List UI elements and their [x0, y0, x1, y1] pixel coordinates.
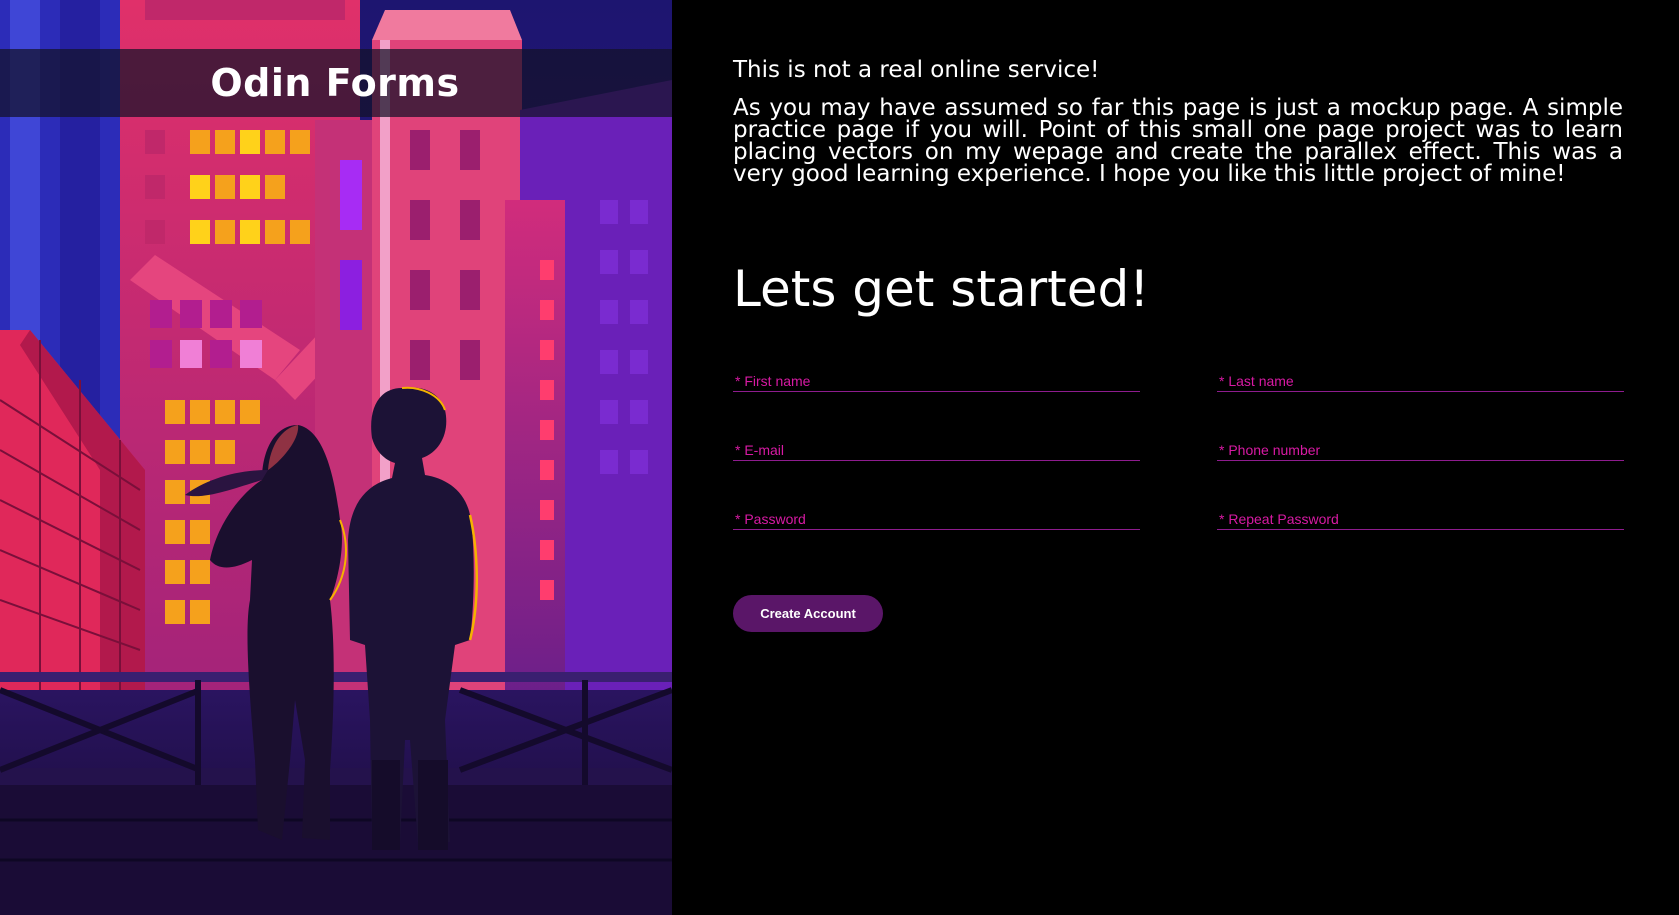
hero-illustration: Odin Forms: [0, 0, 672, 915]
last-name-field: * Last name: [1217, 360, 1624, 393]
email-input[interactable]: [733, 429, 1140, 461]
intro-paragraph: As you may have assumed so far this page…: [733, 95, 1623, 188]
signup-title: Lets get started!: [733, 260, 1150, 319]
first-name-field: * First name: [733, 360, 1140, 393]
phone-field: * Phone number: [1217, 429, 1624, 462]
password-field: * Password: [733, 498, 1140, 531]
brand-title: Odin Forms: [210, 61, 460, 105]
repeat-password-field: * Repeat Password: [1217, 498, 1624, 531]
password-input[interactable]: [733, 498, 1140, 530]
repeat-password-input[interactable]: [1217, 498, 1624, 530]
signup-form: * First name * Last name * E-mail * Phon…: [733, 360, 1624, 531]
main-content: This is not a real online service! As yo…: [733, 57, 1624, 633]
first-name-input[interactable]: [733, 360, 1140, 392]
phone-input[interactable]: [1217, 429, 1624, 461]
intro-heading: This is not a real online service!: [733, 57, 1100, 83]
city-couple-illustration-icon: [0, 0, 672, 915]
create-account-button[interactable]: Create Account: [733, 595, 883, 633]
brand-bar: Odin Forms: [0, 49, 672, 117]
page: Odin Forms This is not a real online ser…: [0, 0, 1679, 915]
last-name-input[interactable]: [1217, 360, 1624, 392]
email-field: * E-mail: [733, 429, 1140, 462]
